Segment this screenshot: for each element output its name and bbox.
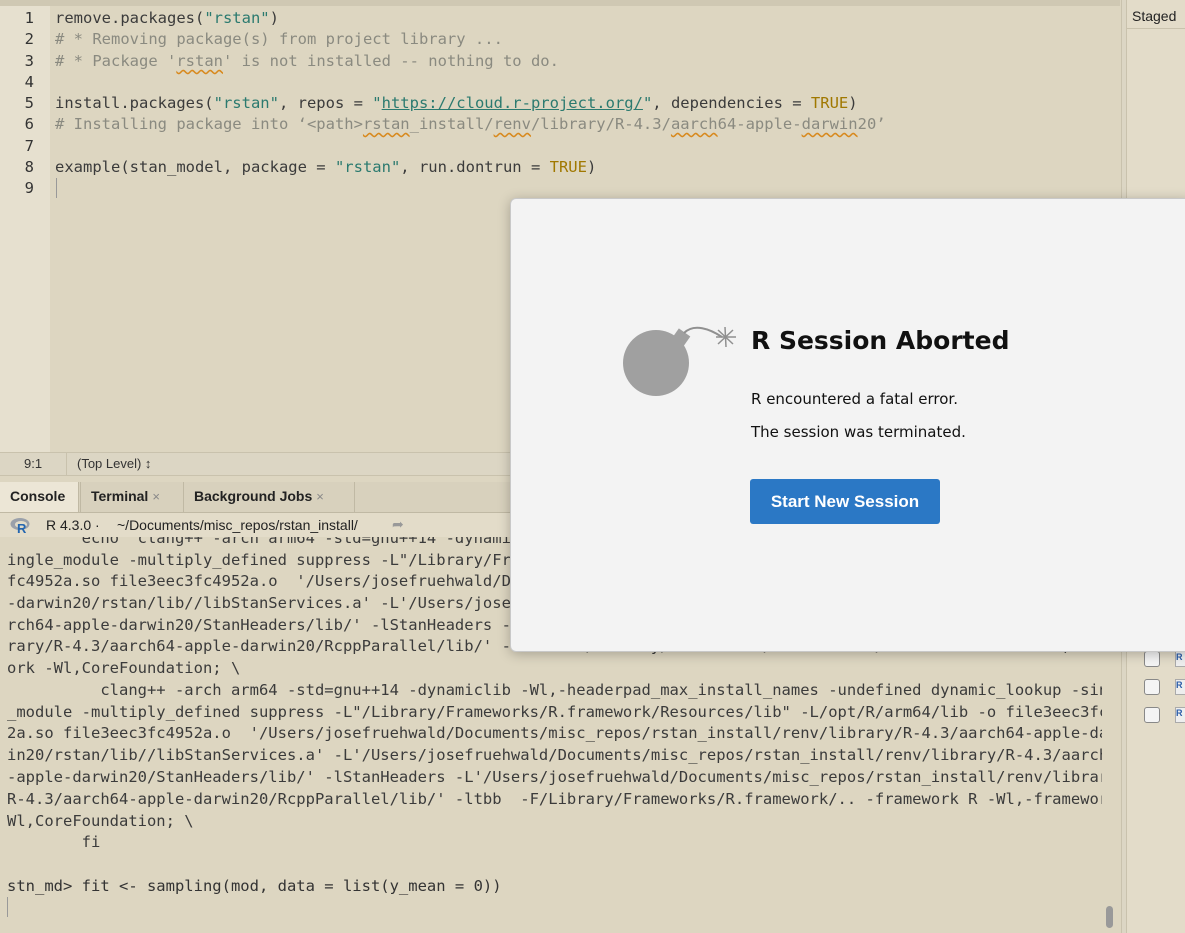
spelling-flagged-token: rstan bbox=[362, 115, 410, 133]
code-token: , dependencies = bbox=[652, 94, 811, 112]
console-line: _module -multiply_defined suppress -L"/L… bbox=[7, 703, 1102, 721]
staged-checkbox[interactable] bbox=[1144, 651, 1160, 667]
code-line-8[interactable]: example(stan_model, package = "rstan", r… bbox=[55, 158, 596, 176]
dialog-message: R encountered a fatal error. bbox=[751, 390, 958, 408]
console-scrollbar[interactable] bbox=[1106, 906, 1113, 928]
console-line: fi bbox=[7, 833, 101, 851]
line-number: 6 bbox=[24, 115, 34, 133]
start-new-session-button[interactable]: Start New Session bbox=[750, 479, 940, 524]
code-line-5[interactable]: install.packages("rstan", repos = "https… bbox=[55, 94, 858, 112]
tab-label: Terminal bbox=[91, 488, 149, 504]
r-logo-icon: R bbox=[10, 518, 30, 534]
code-token: ) bbox=[586, 158, 597, 176]
comment-token: /library/R-4.3/ bbox=[530, 115, 671, 133]
code-token: example(stan_model, package = bbox=[55, 158, 335, 176]
code-line-2[interactable]: # * Removing package(s) from project lib… bbox=[55, 30, 503, 48]
code-line-3[interactable]: # * Package 'rstan' is not installed -- … bbox=[55, 52, 559, 70]
dialog-message: The session was terminated. bbox=[751, 423, 966, 441]
line-number: 5 bbox=[24, 94, 34, 112]
comment-token: ' is not installed -- nothing to do. bbox=[223, 52, 559, 70]
file-type-icon: R bbox=[1175, 679, 1185, 695]
spelling-flagged-token: darwin bbox=[801, 115, 858, 133]
editor-toolbar-edge bbox=[0, 0, 1120, 6]
spelling-flagged-token: renv bbox=[493, 115, 531, 133]
console-line: Wl,CoreFoundation; \ bbox=[7, 812, 194, 830]
console-line: -darwin20/rstan/lib//libStanServices.a' … bbox=[7, 594, 530, 612]
url-link[interactable]: https://cloud.r-project.org/ bbox=[382, 94, 643, 112]
line-number: 3 bbox=[24, 52, 34, 70]
file-type-icon: R bbox=[1175, 651, 1185, 667]
code-token: remove.packages( bbox=[55, 9, 205, 27]
line-number: 4 bbox=[24, 73, 34, 91]
staged-checkbox[interactable] bbox=[1144, 707, 1160, 723]
code-token: , repos = bbox=[278, 94, 373, 112]
comment-token: _install/ bbox=[409, 115, 494, 133]
line-number-gutter: 1 2 3 4 5 6 7 8 9 bbox=[0, 6, 50, 452]
comment-token: 20’ bbox=[857, 115, 886, 133]
code-line-6[interactable]: # Installing package into ‘<path>rstan_i… bbox=[55, 115, 886, 133]
tab-label: Background Jobs bbox=[194, 488, 313, 504]
tab-console[interactable]: Console bbox=[0, 482, 79, 512]
string-token: "rstan" bbox=[334, 158, 401, 176]
spelling-flagged-token: rstan bbox=[176, 52, 223, 70]
string-token: " bbox=[372, 94, 382, 112]
close-icon[interactable]: × bbox=[152, 489, 160, 504]
console-line: clang++ -arch arm64 -std=gnu++14 -dynami… bbox=[7, 681, 1102, 699]
r-version: R 4.3.0 · bbox=[46, 517, 100, 533]
comment-token: # * Package ' bbox=[55, 52, 177, 70]
staged-column-header[interactable]: Staged bbox=[1132, 8, 1176, 24]
console-line: fc4952a.so file3eec3fc4952a.o '/Users/jo… bbox=[7, 572, 521, 590]
keyword-token: TRUE bbox=[810, 94, 849, 112]
cursor-position: 9:1 bbox=[24, 456, 43, 471]
staged-checkbox[interactable] bbox=[1144, 679, 1160, 695]
working-directory[interactable]: ~/Documents/misc_repos/rstan_install/ bbox=[117, 517, 358, 533]
line-number: 2 bbox=[24, 30, 34, 48]
console-cursor bbox=[7, 897, 8, 917]
comment-token: 64-apple- bbox=[717, 115, 802, 133]
svg-text:R: R bbox=[17, 521, 27, 534]
scope-dropdown[interactable]: (Top Level) ↕ bbox=[66, 453, 151, 475]
line-number: 8 bbox=[24, 158, 34, 176]
console-line: in20/rstan/lib//libStanServices.a' -L'/U… bbox=[7, 746, 1102, 764]
code-token: ) bbox=[848, 94, 858, 112]
code-token: ) bbox=[269, 9, 279, 27]
code-token: , run.dontrun = bbox=[400, 158, 550, 176]
line-number: 9 bbox=[24, 179, 34, 197]
divider bbox=[1127, 28, 1185, 29]
console-line: rch64-apple-darwin20/StanHeaders/lib/' -… bbox=[7, 616, 530, 634]
console-line: ingle_module -multiply_defined suppress … bbox=[7, 551, 530, 569]
console-line: 2a.so file3eec3fc4952a.o '/Users/josefru… bbox=[7, 724, 1102, 742]
code-token: install.packages( bbox=[55, 94, 214, 112]
tab-label: Console bbox=[10, 488, 66, 504]
go-to-directory-icon[interactable]: ➦ bbox=[392, 516, 404, 533]
r-version-label: R 4.3.0 bbox=[46, 517, 92, 533]
tab-terminal[interactable]: Terminal × bbox=[80, 482, 185, 512]
line-number: 7 bbox=[24, 137, 34, 155]
console-line: R-4.3/aarch64-apple-darwin20/RcppParalle… bbox=[7, 790, 1102, 808]
console-line: ork -Wl,CoreFoundation; \ bbox=[7, 659, 241, 677]
bomb-icon bbox=[623, 326, 736, 396]
string-token: " bbox=[642, 94, 653, 112]
spelling-flagged-token: aarch bbox=[670, 115, 718, 133]
close-icon[interactable]: × bbox=[316, 489, 324, 504]
separator: · bbox=[95, 517, 100, 533]
string-token: "rstan" bbox=[213, 94, 279, 112]
console-line: -apple-darwin20/StanHeaders/lib/' -lStan… bbox=[7, 768, 1102, 786]
line-number: 1 bbox=[24, 9, 34, 27]
tab-background-jobs[interactable]: Background Jobs × bbox=[183, 482, 355, 512]
keyword-token: TRUE bbox=[549, 158, 587, 176]
console-line: echo 'clang++ -arch arm64 -std=gnu++14 -… bbox=[7, 537, 549, 547]
session-aborted-dialog: R Session Aborted R encountered a fatal … bbox=[510, 198, 1185, 652]
comment-token: # Installing package into ‘<path> bbox=[55, 115, 363, 133]
console-prompt-line: stn_md> fit <- sampling(mod, data = list… bbox=[7, 877, 502, 895]
file-type-icon: R bbox=[1175, 707, 1185, 723]
code-line-1[interactable]: remove.packages("rstan") bbox=[55, 9, 279, 27]
text-cursor bbox=[56, 178, 57, 198]
string-token: "rstan" bbox=[204, 9, 270, 27]
dialog-title: R Session Aborted bbox=[751, 326, 1010, 355]
